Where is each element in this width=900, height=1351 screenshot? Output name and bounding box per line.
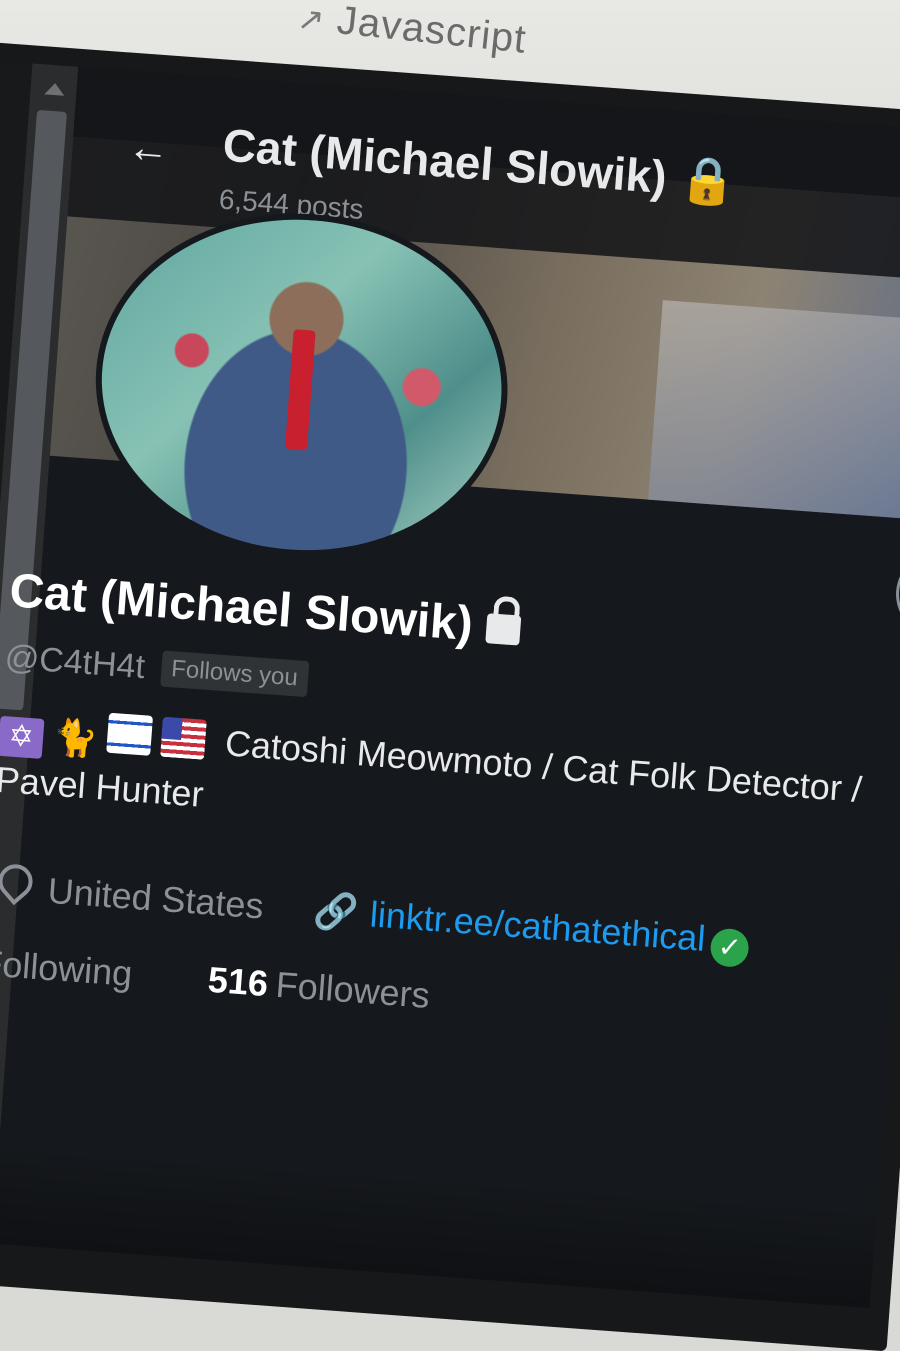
profile-website-link[interactable]: linktr.ee/cathatethical <box>369 893 707 959</box>
us-flag-icon <box>160 716 207 760</box>
followers-count: 516 <box>206 958 270 1005</box>
background-label: ↗ Javascript <box>295 0 529 62</box>
israel-flag-icon <box>106 712 154 756</box>
profile-stats: 241Following 516Followers <box>0 937 431 1017</box>
follows-you-badge: Follows you <box>159 650 309 698</box>
monitor-frame: ← Cat (Michael Slowik) 🔒 6,544 posts Cat… <box>0 40 900 1351</box>
lock-icon <box>485 613 522 646</box>
star-of-david-icon: ✡ <box>0 715 45 759</box>
followers-label: Followers <box>274 963 432 1016</box>
handle-row: @C4tH4t Follows you <box>3 638 309 699</box>
avatar-tie <box>284 329 316 451</box>
bottom-shade <box>0 1143 897 1309</box>
scroll-up-arrow-icon[interactable] <box>44 82 66 96</box>
link-icon: 🔗 <box>311 889 360 934</box>
location-pin-icon <box>0 857 40 906</box>
profile-bio: ✡ 🐈 Catoshi Meowmoto / Cat Folk Detector … <box>0 703 900 872</box>
followers-link[interactable]: 516 Followers <box>207 959 432 1016</box>
back-arrow-icon[interactable]: ← <box>126 123 177 173</box>
chevron-icon: ↗ <box>295 0 328 39</box>
profile-display-name: Cat (Michael Slowik) <box>8 563 523 655</box>
verified-check-icon: ✓ <box>709 927 751 969</box>
following-link[interactable]: 241Following <box>0 937 134 994</box>
profile-page: ← Cat (Michael Slowik) 🔒 6,544 posts Cat… <box>0 66 900 1309</box>
more-options-button[interactable] <box>893 548 900 641</box>
screen: ← Cat (Michael Slowik) 🔒 6,544 posts Cat… <box>0 59 900 1309</box>
cat-icon: 🐈 <box>51 715 100 760</box>
profile-location: United States <box>46 869 266 927</box>
following-label: Following <box>0 942 134 995</box>
